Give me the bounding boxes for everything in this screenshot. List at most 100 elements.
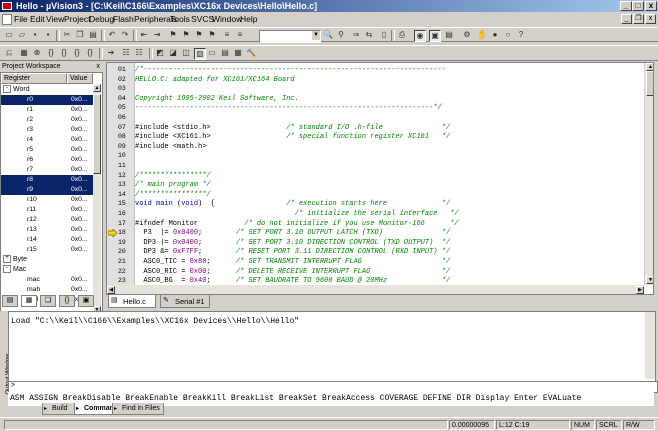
- bookmark-prev-icon[interactable]: ⚑: [181, 30, 191, 40]
- menu-file[interactable]: File: [14, 14, 28, 25]
- output-scrollbar[interactable]: [645, 312, 655, 379]
- memory-window-icon[interactable]: ◪: [168, 48, 178, 58]
- nav-forward-icon[interactable]: ⇥: [152, 30, 162, 40]
- functions-tab-icon[interactable]: {}: [59, 295, 75, 307]
- disassembly-window-icon[interactable]: ▧: [194, 48, 206, 60]
- code-line[interactable]: /****************/: [135, 190, 211, 200]
- bookmark-clear-icon[interactable]: ⚑: [207, 30, 217, 40]
- tree-group-byte[interactable]: + Byte: [3, 255, 27, 265]
- code-line[interactable]: /*--------------------------------------…: [135, 65, 446, 75]
- save-icon[interactable]: ▪: [30, 30, 40, 40]
- nav-back-icon[interactable]: ⇤: [139, 30, 149, 40]
- code-line[interactable]: P3 |= 0x0400; /* SET PORT 3.10 OUTPUT LA…: [135, 228, 450, 238]
- register-row[interactable]: r14 0x0...: [1, 235, 93, 245]
- mdi-restore-button[interactable]: ❐: [633, 14, 644, 24]
- code-line[interactable]: DP3 &= 0xF7FF; /* RESET PORT 3.11 DIRECT…: [135, 247, 450, 257]
- register-row[interactable]: r8 0x0...: [1, 175, 93, 185]
- logic-analyzer-icon[interactable]: ▤: [220, 48, 230, 58]
- scroll-thumb[interactable]: [646, 71, 653, 96]
- code-coverage-icon[interactable]: ▦: [233, 48, 243, 58]
- scroll-right-icon[interactable]: ▶: [636, 286, 644, 294]
- watch-window-icon[interactable]: ◩: [155, 48, 165, 58]
- scroll-up-icon[interactable]: ▲: [646, 63, 653, 71]
- code-line[interactable]: /* main program */: [135, 180, 211, 190]
- file-icon[interactable]: ▯: [379, 30, 389, 40]
- templates-tab-icon[interactable]: ▣: [78, 295, 94, 307]
- chevron-down-icon[interactable]: ▼: [312, 31, 320, 40]
- bookmark-icon[interactable]: ⚑: [168, 30, 178, 40]
- performance-analyzer-icon[interactable]: ▭: [207, 48, 217, 58]
- register-row[interactable]: r10 0x0...: [1, 195, 93, 205]
- run-to-cursor-icon[interactable]: {}: [85, 48, 95, 58]
- scroll-left-icon[interactable]: ◀: [107, 286, 115, 294]
- code-editor[interactable]: 01 02 03 04 05 06 07 08 09 10 11 12 13 14 15 16 17 18 19 20…: [106, 62, 654, 295]
- step-out-icon[interactable]: {}: [72, 48, 82, 58]
- menu-tools[interactable]: Tools: [170, 14, 190, 25]
- find-icon[interactable]: 🔍: [323, 30, 333, 40]
- code-line[interactable]: /* initialize the serial interface */: [135, 209, 459, 219]
- register-row[interactable]: r0 0x0...: [1, 95, 93, 105]
- cut-icon[interactable]: ✂: [62, 30, 72, 40]
- menu-window[interactable]: Window: [212, 14, 242, 25]
- code-line[interactable]: #include <XC161.h> /* special function r…: [135, 132, 450, 142]
- save-all-icon[interactable]: ▪: [43, 30, 53, 40]
- register-row[interactable]: r7 0x0...: [1, 165, 93, 175]
- expand-icon[interactable]: +: [3, 255, 11, 264]
- menu-edit[interactable]: Edit: [30, 14, 45, 25]
- output-text-area[interactable]: Load "C:\\Keil\\C166\\Examples\\XC16x De…: [8, 311, 656, 382]
- find-combo[interactable]: ▼: [259, 30, 321, 43]
- clear-icon[interactable]: ○: [503, 30, 513, 40]
- step-over-icon[interactable]: {}: [59, 48, 69, 58]
- code-line[interactable]: #ifndef Monitor /* do not initialize if …: [135, 219, 458, 229]
- minimize-button[interactable]: _: [620, 1, 632, 11]
- code-line[interactable]: ASC0_TIC = 0x80; /* SET TRANSMIT INTERRU…: [135, 257, 450, 267]
- workspace-close-button[interactable]: x: [97, 62, 101, 72]
- copy-icon[interactable]: ❐: [75, 30, 85, 40]
- unindent-icon[interactable]: ≡: [235, 30, 245, 40]
- menu-flash[interactable]: Flash: [113, 14, 134, 25]
- toolbox-icon[interactable]: 🔨: [246, 48, 256, 58]
- collapse-icon[interactable]: -: [3, 265, 11, 274]
- code-line[interactable]: ASC0_RIC = 0x00; /* DELETE RECEIVE INTER…: [135, 267, 450, 277]
- open-folder-icon[interactable]: ▱: [17, 30, 27, 40]
- paste-icon[interactable]: ▤: [88, 30, 98, 40]
- menu-debug[interactable]: Debug: [89, 14, 114, 25]
- find-in-files-icon[interactable]: ⚲: [336, 30, 346, 40]
- stop-icon[interactable]: ⊗: [32, 48, 42, 58]
- debug-start-icon[interactable]: ◉: [414, 30, 426, 42]
- register-row[interactable]: r9 0x0...: [1, 185, 93, 195]
- settings-icon[interactable]: ⚙: [462, 30, 472, 40]
- print-icon[interactable]: ⎙: [397, 30, 407, 40]
- code-line[interactable]: ----------------------------------------…: [135, 103, 442, 113]
- code-line[interactable]: void main (void) { /* execution starts h…: [135, 199, 450, 209]
- window-mode-icon[interactable]: ▤: [444, 30, 454, 40]
- editor-vertical-scrollbar[interactable]: ▲ ▼: [644, 63, 653, 285]
- find-next-icon[interactable]: ⇒: [351, 30, 361, 40]
- scroll-down-icon[interactable]: ▼: [646, 276, 653, 284]
- output-window-handle[interactable]: Output Window: [0, 311, 12, 409]
- books-tab-icon[interactable]: ❑: [40, 295, 56, 307]
- register-row[interactable]: r6 0x0...: [1, 155, 93, 165]
- register-row[interactable]: r3 0x0...: [1, 125, 93, 135]
- scroll-up-icon[interactable]: ▲: [93, 84, 101, 92]
- code-line[interactable]: #include <math.h>: [135, 142, 206, 152]
- window-toggle-icon[interactable]: ▣: [429, 30, 441, 42]
- line-gutter[interactable]: 01 02 03 04 05 06 07 08 09 10 11 12 13 14 15 16 17 18 19 20…: [107, 63, 135, 294]
- maximize-button[interactable]: □: [632, 1, 644, 11]
- register-row[interactable]: r5 0x0...: [1, 145, 93, 155]
- registers-tab-icon[interactable]: ▦: [21, 295, 37, 307]
- code-line[interactable]: DP3 |= 0x0400; /* SET PORT 3.10 DIRECTIO…: [135, 238, 450, 248]
- files-tab-icon[interactable]: ▤: [2, 295, 18, 307]
- code-line[interactable]: Copyright 1995-2002 Keil Software, Inc.: [135, 94, 299, 104]
- trace-record-icon[interactable]: ☷: [134, 48, 144, 58]
- register-row[interactable]: r13 0x0...: [1, 225, 93, 235]
- tree-group-mac[interactable]: - Mac: [3, 265, 26, 275]
- register-row[interactable]: r1 0x0...: [1, 105, 93, 115]
- replace-icon[interactable]: ⇆: [364, 30, 374, 40]
- help-icon[interactable]: ?: [516, 30, 526, 40]
- editor-tab[interactable]: ✎ Serial #1: [160, 295, 210, 308]
- redo-icon[interactable]: ↷: [120, 30, 130, 40]
- bookmark-next-icon[interactable]: ⚑: [194, 30, 204, 40]
- code-line[interactable]: HELLO.C: adapted for XC161/XC164 Board: [135, 75, 295, 85]
- scroll-thumb[interactable]: [93, 94, 101, 174]
